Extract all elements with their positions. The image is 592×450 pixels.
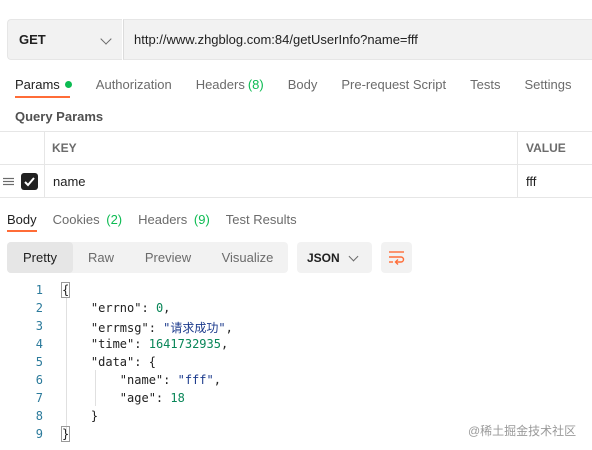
code-line: 4 "time": 1641732935,: [0, 337, 592, 355]
check-icon: [24, 177, 35, 187]
code-line: 5 "data": {: [0, 355, 592, 373]
code-text: }: [60, 426, 71, 442]
tab-pre-request-script[interactable]: Pre-request Script: [341, 77, 446, 92]
tab-tests[interactable]: Tests: [470, 77, 500, 92]
param-value[interactable]: fff: [526, 174, 536, 189]
params-table: KEY VALUE name fff: [0, 131, 592, 199]
format-label: JSON: [307, 250, 340, 265]
column-header-value: VALUE: [526, 141, 566, 155]
code-text: {: [60, 282, 71, 298]
view-mode-group: Pretty Raw Preview Visualize: [7, 242, 288, 273]
status-dot: [64, 80, 72, 88]
line-number: 9: [35, 427, 43, 441]
tab-authorization[interactable]: Authorization: [96, 77, 172, 92]
code-text: "data": {: [90, 355, 156, 369]
line-number: 6: [35, 373, 43, 387]
code-text: "errno": 0,: [90, 301, 171, 315]
line-number: 1: [35, 283, 43, 297]
tab-test-results[interactable]: Test Results: [226, 212, 297, 227]
code-text: "name": "fff",: [119, 373, 221, 387]
response-tabs: Body Cookies (2) Headers (9) Test Result…: [7, 210, 313, 228]
tab-headers[interactable]: Headers (8): [196, 77, 264, 92]
view-pretty-button[interactable]: Pretty: [7, 242, 73, 273]
divider: [44, 132, 45, 198]
url-input[interactable]: http://www.zhgblog.com:84/getUserInfo?na…: [123, 19, 592, 60]
tab-params[interactable]: Params: [15, 77, 72, 92]
code-line: 2 "errno": 0,: [0, 301, 592, 319]
line-number: 2: [35, 301, 43, 315]
cookies-count: (2): [106, 211, 123, 227]
chevron-down-icon: [348, 251, 359, 262]
line-number: 8: [35, 409, 43, 423]
tab-response-headers[interactable]: Headers (9): [138, 212, 210, 227]
chevron-down-icon: [100, 33, 112, 45]
wrap-lines-button[interactable]: [381, 242, 412, 273]
method-select[interactable]: GET: [7, 19, 122, 60]
param-checkbox[interactable]: [21, 173, 38, 190]
code-line: 3 "errmsg": "请求成功",: [0, 319, 592, 337]
tab-response-body[interactable]: Body: [7, 212, 37, 227]
param-key[interactable]: name: [53, 174, 86, 189]
method-label: GET: [19, 32, 46, 47]
active-response-tab-indicator: [7, 230, 37, 232]
section-title: Query Params: [15, 109, 104, 124]
view-visualize-button[interactable]: Visualize: [207, 242, 288, 273]
drag-handle-icon[interactable]: [3, 177, 14, 186]
tab-cookies[interactable]: Cookies (2): [53, 212, 122, 227]
code-line: 1{: [0, 282, 592, 301]
tab-body[interactable]: Body: [288, 77, 318, 92]
code-text: "age": 18: [119, 391, 185, 405]
response-headers-count: (9): [193, 211, 210, 227]
view-raw-button[interactable]: Raw: [73, 242, 129, 273]
table-header: KEY VALUE: [0, 132, 592, 165]
view-preview-button[interactable]: Preview: [129, 242, 207, 273]
column-header-key: KEY: [52, 141, 77, 155]
format-select[interactable]: JSON: [297, 242, 372, 273]
line-number: 3: [35, 319, 43, 333]
code-text: "errmsg": "请求成功",: [90, 321, 233, 335]
active-tab-indicator: [15, 96, 70, 98]
line-number: 7: [35, 391, 43, 405]
line-number: 4: [35, 337, 43, 351]
wrap-icon: [389, 251, 405, 265]
table-row: name fff: [0, 165, 592, 198]
code-text: }: [90, 409, 99, 423]
code-text: "time": 1641732935,: [90, 337, 229, 351]
tab-settings[interactable]: Settings: [524, 77, 571, 92]
request-tabs: Params Authorization Headers (8) Body Pr…: [15, 75, 592, 93]
code-line: 7 "age": 18: [0, 391, 592, 409]
line-number: 5: [35, 355, 43, 369]
headers-count: (8): [247, 76, 264, 92]
watermark: @稀土掘金技术社区: [468, 424, 577, 438]
code-line: 6 "name": "fff",: [0, 373, 592, 391]
divider: [517, 132, 518, 198]
